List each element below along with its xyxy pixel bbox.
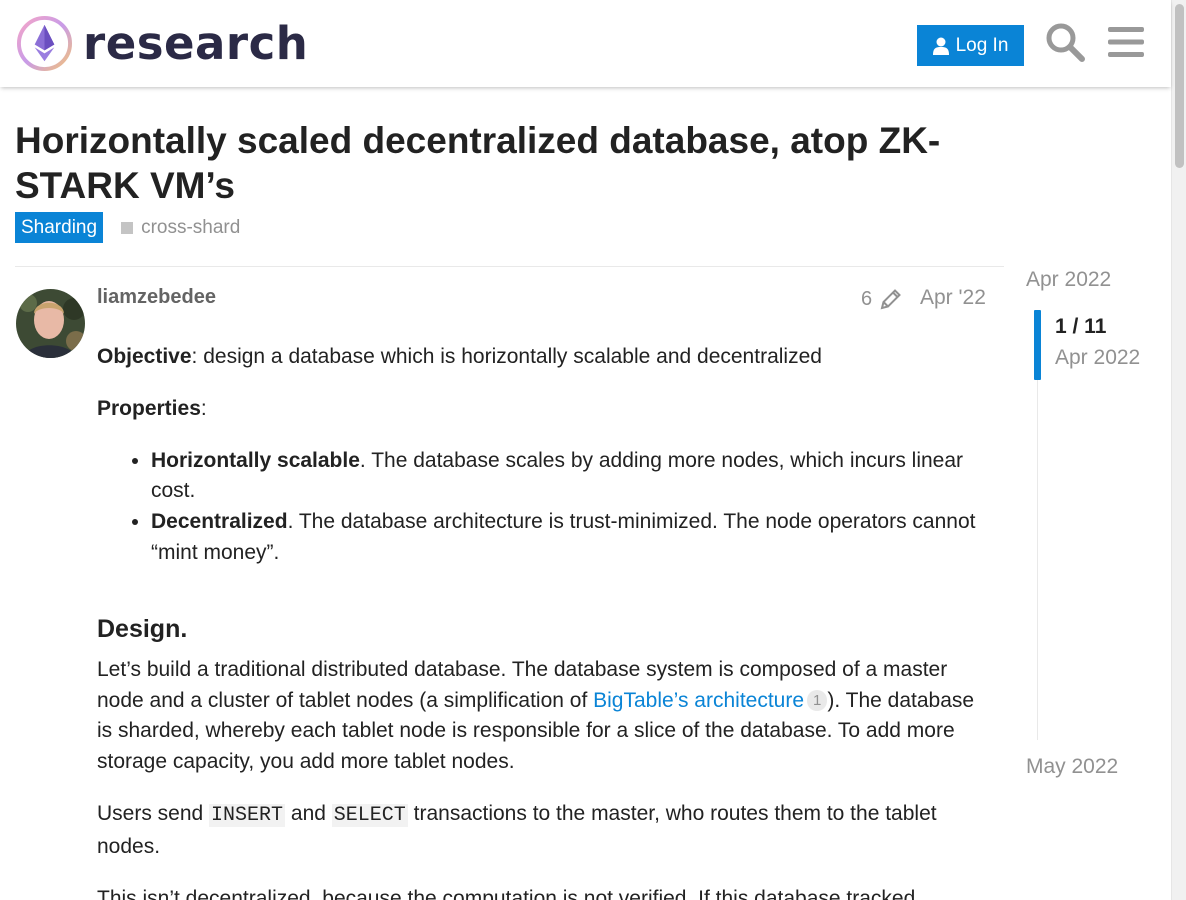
property-name: Decentralized <box>151 510 288 534</box>
design-text: and <box>285 801 332 825</box>
hamburger-menu-button[interactable] <box>1104 20 1148 64</box>
divider <box>15 266 1004 267</box>
post-body: Objective: design a database which is ho… <box>97 342 992 900</box>
hamburger-menu-icon <box>1108 27 1144 57</box>
scrollbar-thumb[interactable] <box>1175 4 1184 168</box>
page-scrollbar[interactable] <box>1171 0 1186 900</box>
site-logo[interactable]: research <box>16 14 308 73</box>
list-item: Decentralized. The database architecture… <box>151 507 992 569</box>
category-badge[interactable]: Sharding <box>15 212 104 243</box>
bigtable-link[interactable]: BigTable’s architecture <box>593 689 804 712</box>
design-heading[interactable]: Design. <box>97 613 992 645</box>
topic-title[interactable]: Horizontally scaled decentralized databa… <box>15 118 1005 208</box>
properties-list: Horizontally scalable. The database scal… <box>151 446 992 569</box>
design-text: Users send <box>97 801 210 825</box>
login-button[interactable]: Log In <box>917 25 1024 66</box>
search-icon <box>1046 23 1085 62</box>
link-click-count: 1 <box>807 689 828 711</box>
design-paragraph-1: Let’s build a traditional distributed da… <box>97 655 992 778</box>
tag-label: cross-shard <box>141 216 241 238</box>
avatar-image <box>16 289 85 358</box>
tag-square-icon <box>121 221 134 234</box>
pencil-icon <box>880 289 902 310</box>
login-button-label: Log In <box>955 34 1009 56</box>
post-author[interactable]: liamzebedee <box>97 286 216 309</box>
tag-cross-shard[interactable]: cross-shard <box>121 217 240 239</box>
avatar[interactable] <box>16 289 85 358</box>
search-button[interactable] <box>1043 20 1087 64</box>
design-paragraph-3: This isn’t decentralized, because the co… <box>97 886 916 900</box>
edit-count: 6 <box>861 287 873 310</box>
logo-icon <box>16 15 73 72</box>
site-header: research Log In <box>0 0 1171 87</box>
objective-label: Objective <box>97 345 192 368</box>
code-select: SELECT <box>331 803 408 827</box>
timeline-start-date[interactable]: Apr 2022 <box>1026 268 1111 292</box>
post-date[interactable]: Apr '22 <box>920 286 986 310</box>
properties-colon: : <box>200 396 207 420</box>
timeline-current-date: Apr 2022 <box>1055 346 1141 369</box>
list-item: Horizontally scalable. The database scal… <box>151 446 992 508</box>
timeline-position: 1 / 11 <box>1055 315 1107 338</box>
timeline-handle[interactable] <box>1034 310 1041 380</box>
timeline-end-date[interactable]: May 2022 <box>1026 755 1118 779</box>
objective-paragraph: Objective: design a database which is ho… <box>97 342 992 373</box>
property-name: Horizontally scalable <box>151 448 360 472</box>
user-icon <box>932 37 949 55</box>
topic-tags: Sharding cross-shard <box>15 212 240 243</box>
edit-history[interactable]: 6 <box>861 287 903 311</box>
code-insert: INSERT <box>209 803 286 827</box>
site-name: research <box>83 17 309 70</box>
properties-label: Properties <box>97 396 201 420</box>
design-paragraph-2: Users send INSERT and SELECT transaction… <box>97 799 992 863</box>
properties-paragraph: Properties: <box>97 394 992 425</box>
objective-text: : design a database which is horizontall… <box>191 345 822 368</box>
